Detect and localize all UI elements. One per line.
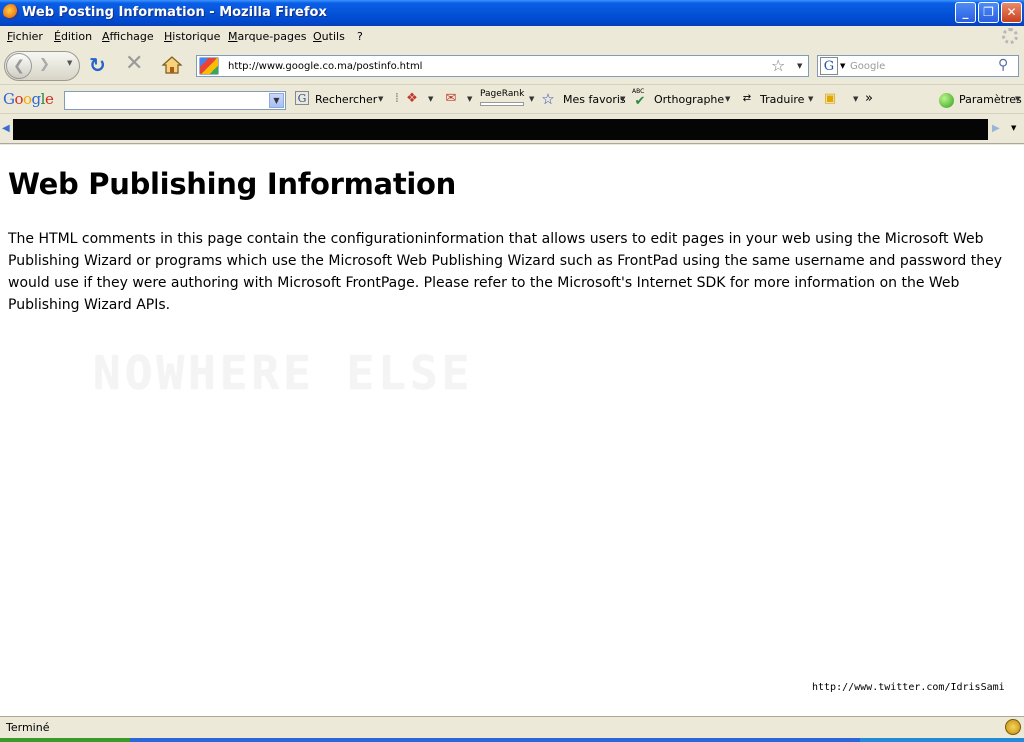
url-input[interactable] [228, 56, 768, 76]
status-text: Terminé [6, 721, 50, 734]
popup-dropdown-icon[interactable]: ▼ [428, 95, 433, 103]
maximize-button[interactable]: ❐ [978, 2, 999, 23]
orthographe-dropdown-icon[interactable]: ▼ [725, 95, 730, 103]
url-dropdown-icon[interactable]: ▼ [797, 62, 802, 70]
history-dropdown-icon[interactable]: ▼ [67, 59, 72, 67]
rechercher-dropdown-icon[interactable]: ▼ [378, 95, 383, 103]
popup-blocker-icon[interactable]: ❖ [404, 91, 420, 107]
search-input[interactable] [850, 56, 995, 76]
traduire-dropdown-icon[interactable]: ▼ [808, 95, 813, 103]
loading-throbber-icon [1002, 28, 1018, 44]
bookmarks-black-bar [13, 119, 988, 140]
bookmarks-dropdown-icon[interactable]: ▼ [1011, 124, 1016, 132]
browser-window: Web Posting Information - Mozilla Firefo… [0, 0, 1024, 742]
favoris-dropdown-icon[interactable]: ▼ [620, 95, 625, 103]
reload-icon[interactable]: ↻ [89, 55, 109, 75]
menu-affichage[interactable]: Affichage [102, 30, 154, 43]
google-search-input[interactable]: ▼ [64, 91, 286, 110]
menu-marque-pages[interactable]: Marque-pages [228, 30, 306, 43]
mail-dropdown-icon[interactable]: ▼ [467, 95, 472, 103]
menu-bar: Fichier Édition Affichage Historique Mar… [0, 26, 1024, 47]
bookmarks-toolbar: ◀ ▶ ▼ [0, 115, 1024, 144]
toolbar-overflow-button[interactable]: » [865, 91, 873, 106]
page-paragraph: The HTML comments in this page contain t… [8, 231, 1003, 313]
google-toolbar: Google ▼ G Rechercher ▼ ⁞ ❖ ▼ ✉ ▼ PageRa… [0, 86, 1024, 114]
status-bar: Terminé [0, 716, 1024, 738]
search-icon[interactable]: ⚲ [998, 57, 1008, 73]
back-button[interactable]: ❮ [6, 53, 32, 79]
forward-button[interactable]: ❯ [39, 57, 50, 72]
title-bar[interactable]: Web Posting Information - Mozilla Firefo… [0, 0, 1024, 26]
separator-grip-icon: ⁞ [394, 91, 400, 106]
twitter-link[interactable]: http://www.twitter.com/IdrisSami [812, 682, 1005, 693]
page-content: Web Publishing Information The HTML comm… [0, 145, 1024, 716]
close-button[interactable]: ✕ [1001, 2, 1022, 23]
orthographe-button[interactable]: Orthographe [654, 93, 724, 106]
mail-icon[interactable]: ✉ [443, 91, 459, 107]
rechercher-button[interactable]: Rechercher [315, 93, 377, 106]
watermark-logo: NOWHERE ELSE [93, 346, 474, 400]
google-logo[interactable]: Google [3, 90, 54, 108]
menu-edition[interactable]: Édition [54, 30, 92, 43]
google-g-icon[interactable]: G [295, 91, 309, 105]
menu-fichier[interactable]: Fichier [7, 30, 43, 43]
traduire-button[interactable]: Traduire [760, 93, 804, 106]
pagerank-meter [480, 102, 524, 106]
window-title: Web Posting Information - Mozilla Firefo… [22, 5, 327, 20]
menu-help[interactable]: ? [357, 30, 363, 43]
back-forward-group: ❮ ❯ ▼ [4, 51, 80, 81]
mes-favoris-button[interactable]: Mes favoris [563, 93, 626, 106]
search-engine-dropdown-icon[interactable]: ▼ [840, 62, 845, 70]
parametres-button[interactable]: Paramètres [959, 93, 1022, 106]
firefox-logo-icon[interactable] [3, 4, 19, 20]
search-engine-icon[interactable]: G [820, 57, 838, 75]
addon-status-icon[interactable] [1005, 719, 1021, 735]
folder-upload-icon[interactable]: ▣ [822, 91, 838, 107]
parametres-dropdown-icon[interactable]: ▼ [1015, 95, 1020, 103]
taskbar-edge [0, 738, 1024, 742]
minimize-button[interactable]: _ [955, 2, 976, 23]
chevron-down-icon[interactable]: ▼ [269, 93, 284, 108]
star-favorites-icon[interactable]: ☆ [540, 91, 556, 107]
pagerank-label: PageRank [480, 89, 525, 99]
home-icon[interactable] [161, 55, 183, 75]
settings-status-icon[interactable] [939, 93, 954, 108]
url-bar[interactable]: ☆ ▼ [196, 55, 809, 77]
folder-dropdown-icon[interactable]: ▼ [853, 95, 858, 103]
menu-historique[interactable]: Historique [164, 30, 220, 43]
translate-icon[interactable]: ⇄ [739, 91, 755, 107]
page-title: Web Publishing Information [8, 167, 457, 201]
pagerank-dropdown-icon[interactable]: ▼ [529, 95, 534, 103]
spellcheck-icon[interactable]: ✔ [632, 94, 648, 110]
scroll-right-icon[interactable]: ▶ [992, 123, 1000, 134]
scroll-left-icon[interactable]: ◀ [2, 123, 10, 134]
menu-outils[interactable]: Outils [313, 30, 345, 43]
site-favicon-icon[interactable] [199, 57, 219, 75]
search-bar[interactable]: G ▼ ⚲ [817, 55, 1019, 77]
stop-icon[interactable]: ✕ [125, 53, 145, 75]
bookmark-star-icon[interactable]: ☆ [771, 56, 785, 76]
